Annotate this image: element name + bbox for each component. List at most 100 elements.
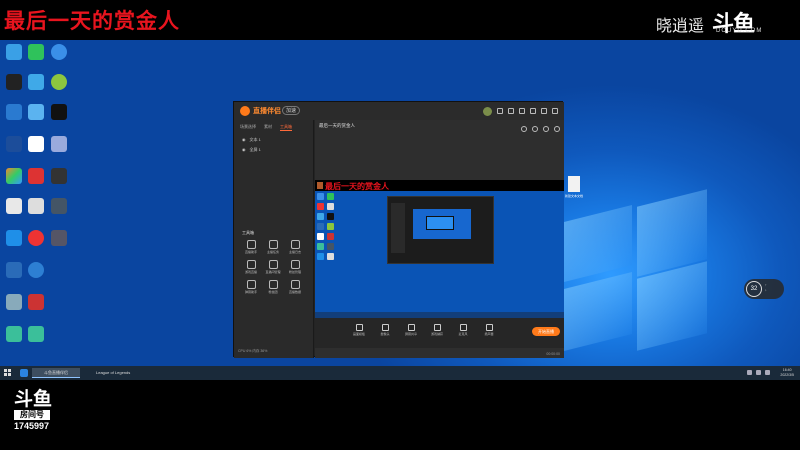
tool-item[interactable]: 弹幕助手	[240, 280, 262, 294]
desktop-icon[interactable]	[47, 104, 71, 134]
desktop-icon[interactable]	[2, 198, 26, 228]
control-screen-share[interactable]: 屏幕共享	[401, 324, 421, 336]
toolbox-title: 工具箱	[242, 230, 254, 235]
desktop-icon[interactable]	[24, 230, 48, 260]
desktop-icon[interactable]	[24, 168, 48, 198]
monitor-icon	[407, 324, 415, 331]
preview-avatar	[317, 182, 323, 189]
tool-item[interactable]: 直播助手	[240, 240, 262, 254]
tool-icon	[246, 240, 256, 249]
tool-item[interactable]: 直播数据	[284, 280, 306, 294]
tab-scenes[interactable]: 场景选择	[240, 124, 256, 131]
app-tag[interactable]: 加速	[282, 106, 301, 115]
tab-materials[interactable]: 素材	[264, 124, 272, 131]
live-preview[interactable]: 最后一天的赏金人	[315, 180, 564, 318]
tool-icon	[268, 240, 278, 249]
gift-icon[interactable]	[508, 108, 514, 114]
more-icon[interactable]	[554, 126, 560, 132]
control-speaker[interactable]: 扬声器	[479, 324, 499, 336]
desktop-icon[interactable]	[24, 74, 48, 104]
tool-item[interactable]: 粉丝管理	[284, 260, 306, 274]
scene-label: 全屏 1	[249, 147, 261, 152]
left-tabs: 场景选择 素材 工具箱	[234, 120, 313, 135]
desktop-icon[interactable]	[2, 262, 26, 292]
close-icon[interactable]	[552, 108, 558, 114]
app-main-panel: 最后一天的赏金人 最后一天的赏金人 画面模板 摄像头 屏幕共享 游戏捕获 麦克风…	[315, 120, 564, 358]
control-game-capture[interactable]: 游戏捕获	[427, 324, 447, 336]
tray-icon[interactable]	[747, 370, 752, 375]
desktop-icon[interactable]	[2, 44, 26, 74]
app-name: 直播伴侣	[253, 108, 281, 115]
desktop-icon[interactable]	[2, 326, 26, 356]
mail-icon[interactable]	[497, 108, 503, 114]
tool-item[interactable]: 直播间管理	[262, 260, 284, 274]
start-icon[interactable]	[4, 369, 12, 377]
floating-speed-widget[interactable]: 32 ↑ ↓	[744, 279, 784, 299]
desktop-icon[interactable]	[24, 136, 48, 166]
desktop-icon[interactable]	[24, 198, 48, 228]
control-microphone[interactable]: 麦克风	[453, 324, 473, 336]
desktop-icon[interactable]	[24, 294, 48, 324]
tool-label: 游戏直播	[244, 270, 257, 274]
eye-icon[interactable]: ◉	[242, 137, 246, 143]
tool-icon	[290, 260, 300, 269]
stream-title: 最后一天的赏金人	[4, 10, 180, 33]
eye-icon[interactable]: ◉	[242, 147, 246, 153]
settings-icon[interactable]	[519, 108, 525, 114]
desktop-icon[interactable]	[2, 136, 26, 166]
desktop-icon[interactable]	[24, 104, 48, 134]
file-icon[interactable]	[568, 176, 580, 192]
desktop-icon[interactable]	[2, 168, 26, 198]
windows-desktop: 直播伴侣 加速 场景选择 素材 工具箱 ◉ 文本 1 ◉ 全屏 1 工具箱 直播…	[0, 40, 800, 366]
clock[interactable]: 16:40 2022/3/5	[780, 368, 794, 378]
desktop-icon[interactable]	[47, 168, 71, 198]
desktop-icon[interactable]	[2, 230, 26, 260]
desktop-icon[interactable]	[47, 44, 71, 74]
taskbar-item-streaming-app[interactable]: 斗鱼直播伴侣	[32, 368, 80, 378]
user-avatar-icon[interactable]	[483, 106, 492, 116]
tool-label: 主播日志	[288, 250, 301, 254]
control-template[interactable]: 画面模板	[349, 324, 369, 336]
go-live-button[interactable]: 开始直播	[532, 327, 560, 336]
tool-item[interactable]: 粉丝团	[262, 280, 284, 294]
play-icon	[433, 324, 441, 331]
tab-toolbox[interactable]: 工具箱	[280, 124, 292, 131]
control-camera[interactable]: 摄像头	[375, 324, 395, 336]
desktop-icon[interactable]	[47, 136, 71, 166]
scene-item[interactable]: ◉ 全屏 1	[234, 145, 313, 155]
tool-item[interactable]: 游戏直播	[240, 260, 262, 274]
desktop-icon[interactable]	[47, 230, 71, 260]
desktop-icon[interactable]	[47, 74, 71, 104]
maximize-icon[interactable]	[541, 108, 547, 114]
app-logo-icon	[240, 106, 250, 116]
app-header: 直播伴侣 加速	[234, 102, 564, 120]
taskbar-item-league[interactable]: League of Legends	[84, 368, 144, 378]
camera-icon	[381, 324, 389, 331]
tool-item[interactable]: 主播任务	[262, 240, 284, 254]
scene-item[interactable]: ◉ 文本 1	[234, 135, 313, 145]
volume-icon[interactable]	[765, 370, 770, 375]
desktop-icon[interactable]	[24, 326, 48, 356]
main-toolbar-icons	[521, 126, 560, 132]
refresh-icon[interactable]	[543, 126, 549, 132]
desktop-icon[interactable]	[2, 74, 26, 104]
desktop-icon[interactable]	[2, 294, 26, 324]
fullscreen-icon[interactable]	[532, 126, 538, 132]
tool-item[interactable]: 主播日志	[284, 240, 306, 254]
room-label: 房间号	[14, 410, 50, 420]
search-icon[interactable]	[20, 369, 28, 377]
system-tray	[747, 370, 770, 375]
desktop-icon[interactable]	[47, 198, 71, 228]
desktop-icon[interactable]	[2, 104, 26, 134]
window-controls	[483, 106, 558, 116]
desktop-icon[interactable]	[24, 44, 48, 74]
desktop-icon[interactable]	[24, 262, 48, 292]
top-overlay-bar: 最后一天的赏金人 晓逍遥 斗鱼 DOUYU.COM	[0, 0, 800, 40]
minimize-icon[interactable]	[530, 108, 536, 114]
network-icon[interactable]	[756, 370, 761, 375]
toolbox-grid: 直播助手 主播任务 主播日志 游戏直播 直播间管理 粉丝管理 弹幕助手 粉丝团 …	[240, 240, 310, 294]
share-icon[interactable]	[521, 126, 527, 132]
preview-title: 最后一天的赏金人	[325, 182, 389, 191]
live-streaming-app-window[interactable]: 直播伴侣 加速 场景选择 素材 工具箱 ◉ 文本 1 ◉ 全屏 1 工具箱 直播…	[233, 101, 564, 358]
tool-icon	[246, 260, 256, 269]
